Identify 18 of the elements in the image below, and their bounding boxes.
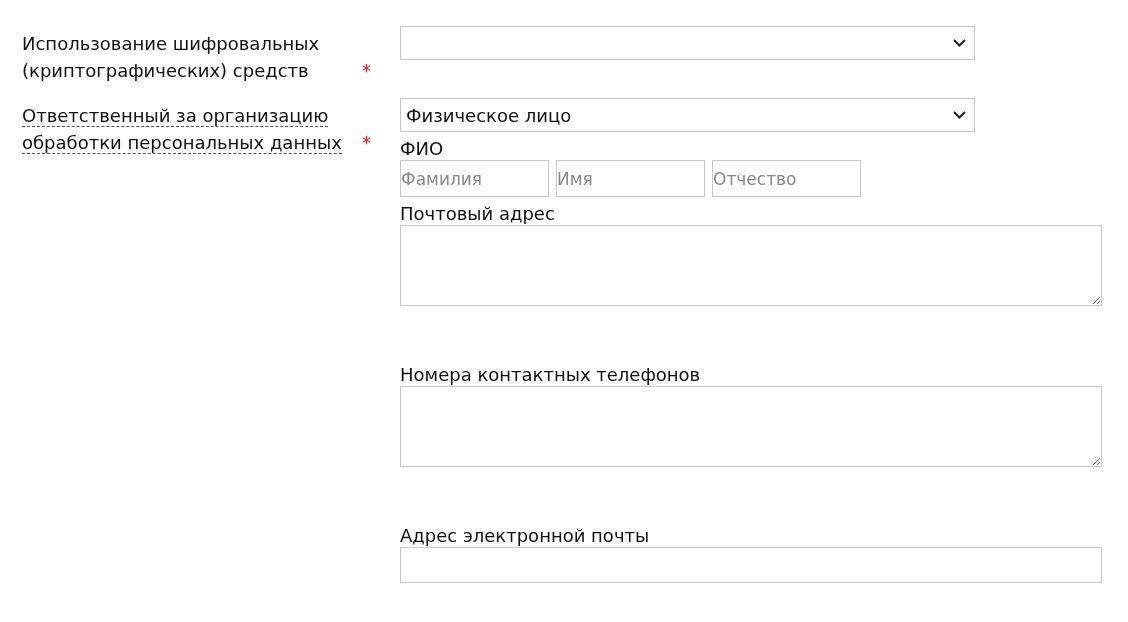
input-field[interactable] — [400, 547, 1102, 583]
field-label: Адрес электронной почты — [400, 525, 651, 547]
text-area[interactable] — [400, 386, 1102, 467]
dropdown[interactable]: Физическое лицо — [400, 98, 975, 132]
field-label: Использование шифровальных (криптографических) средств — [22, 32, 321, 83]
chevron-down-icon — [953, 39, 966, 47]
field-label: Ответственный за организацию обработки персональных данных — [22, 104, 343, 156]
field-label: Почтовый адрес — [400, 203, 556, 225]
text-area[interactable] — [400, 225, 1102, 306]
input-field[interactable]: Фамилия — [400, 160, 549, 197]
chevron-down-icon — [953, 111, 966, 119]
required-mark: * — [362, 131, 371, 155]
input-field[interactable]: Отчество — [712, 160, 861, 197]
field-label: Номера контактных телефонов — [400, 364, 702, 386]
dropdown[interactable] — [400, 26, 975, 60]
required-mark: * — [362, 59, 371, 83]
input-field[interactable]: Имя — [556, 160, 705, 197]
field-label: ФИО — [400, 138, 445, 160]
